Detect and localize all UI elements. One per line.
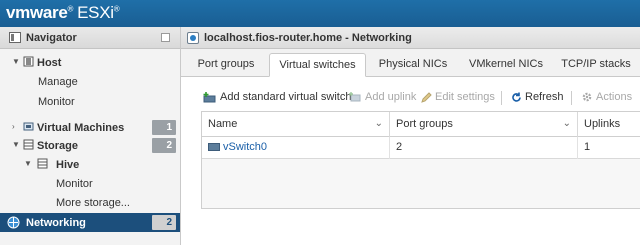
- top-bar: vmware® ESXi®: [0, 0, 640, 27]
- add-switch-icon: [203, 91, 216, 103]
- refresh-button[interactable]: Refresh: [511, 91, 564, 103]
- host-icon: [23, 56, 34, 67]
- toolbar-separator: [501, 91, 502, 105]
- column-header-name[interactable]: Name ⌄: [202, 112, 390, 137]
- nav-item-more-storage[interactable]: More storage...: [0, 193, 180, 212]
- networking-icon: [7, 216, 20, 229]
- toolbar: Add standard virtual switch Add uplink E…: [181, 85, 640, 109]
- storage-count-badge: 2: [152, 138, 176, 153]
- virtual-switch-icon: [208, 143, 220, 152]
- datastore-icon: [37, 158, 48, 169]
- cell-uplinks: 1: [584, 141, 591, 153]
- cell-port-groups: 2: [390, 137, 578, 159]
- chevron-down-icon[interactable]: ⌄: [563, 112, 571, 136]
- nav-item-host[interactable]: ▼ Host: [0, 53, 180, 72]
- navigator-panel: Navigator ▼ Host Manage Monitor › Virtua…: [0, 27, 181, 245]
- expand-arrow-icon[interactable]: ▼: [12, 140, 20, 149]
- networking-count-badge: 2: [152, 215, 176, 230]
- virtual-switches-table: Name ⌄ Port groups ⌄ Uplinks vSwitch0 2 …: [201, 111, 640, 209]
- tab-bar: Port groups Virtual switches Physical NI…: [181, 49, 640, 77]
- nav-label-monitor: Monitor: [56, 178, 93, 190]
- vmware-logo: vmware® ESXi®: [6, 3, 120, 23]
- nav-item-manage[interactable]: Manage: [0, 72, 180, 91]
- tab-physical-nics[interactable]: Physical NICs: [371, 53, 455, 77]
- nav-label-hive: Hive: [56, 159, 80, 171]
- chevron-down-icon[interactable]: ⌄: [375, 112, 383, 136]
- page-title: localhost.fios-router.home - Networking: [204, 32, 412, 44]
- refresh-icon: [512, 92, 521, 102]
- navigator-icon: [9, 32, 21, 43]
- nav-label-storage: Storage: [37, 140, 78, 152]
- table-header: Name ⌄ Port groups ⌄ Uplinks: [202, 112, 640, 137]
- nav-label-host: Host: [37, 57, 62, 69]
- brand-vmware: vmware: [6, 3, 68, 22]
- add-standard-virtual-switch-button[interactable]: Add standard virtual switch: [203, 91, 351, 103]
- nav-label-more-storage: More storage...: [56, 197, 130, 209]
- storage-icon: [23, 139, 34, 150]
- nav-item-monitor-host[interactable]: Monitor: [0, 92, 180, 111]
- column-header-port-groups[interactable]: Port groups ⌄: [390, 112, 578, 137]
- add-uplink-button[interactable]: Add uplink: [349, 91, 416, 103]
- tab-virtual-switches[interactable]: Virtual switches: [269, 53, 366, 77]
- actions-label: Actions: [596, 91, 633, 103]
- expand-arrow-icon[interactable]: ▼: [12, 57, 20, 66]
- tab-port-groups[interactable]: Port groups: [187, 53, 265, 77]
- vm-count-badge: 1: [152, 120, 176, 135]
- main-header: localhost.fios-router.home - Networking: [181, 27, 640, 49]
- nav-item-hive[interactable]: ▼ Hive: [0, 155, 180, 174]
- collapse-navigator-icon[interactable]: [161, 33, 170, 42]
- brand-esxi-symbol: ®: [113, 4, 120, 14]
- collapse-arrow-icon[interactable]: ›: [12, 122, 15, 131]
- column-label-name: Name: [208, 118, 238, 130]
- nav-label-monitor: Monitor: [38, 96, 75, 108]
- table-row[interactable]: vSwitch0 2 1: [202, 137, 640, 159]
- host-network-icon: [187, 32, 199, 44]
- edit-settings-label: Edit settings: [435, 91, 495, 103]
- actions-button[interactable]: Actions: [581, 91, 632, 103]
- nav-item-storage[interactable]: ▼ Storage 2: [0, 136, 180, 155]
- gear-icon: [582, 92, 592, 102]
- column-label-port-groups: Port groups: [396, 118, 453, 130]
- nav-label-manage: Manage: [38, 76, 78, 88]
- add-uplink-label: Add uplink: [365, 91, 417, 103]
- expand-arrow-icon[interactable]: ▼: [24, 159, 32, 168]
- vswitch-link[interactable]: vSwitch0: [223, 141, 267, 153]
- nav-item-monitor-hive[interactable]: Monitor: [0, 174, 180, 193]
- nav-item-networking[interactable]: Networking 2: [0, 213, 180, 232]
- main-panel: localhost.fios-router.home - Networking …: [181, 27, 640, 245]
- cell-name[interactable]: vSwitch0: [202, 137, 390, 159]
- vm-icon: [23, 122, 34, 131]
- add-uplink-icon: [349, 91, 361, 102]
- add-switch-label: Add standard virtual switch: [220, 91, 352, 103]
- column-header-uplinks[interactable]: Uplinks: [578, 112, 640, 137]
- nav-label-virtual-machines: Virtual Machines: [37, 122, 125, 134]
- brand-registered: ®: [67, 4, 74, 14]
- pencil-icon: [421, 91, 432, 103]
- nav-label-networking: Networking: [26, 217, 86, 229]
- column-label-uplinks: Uplinks: [584, 118, 621, 130]
- tab-vmkernel-nics[interactable]: VMkernel NICs: [461, 53, 551, 77]
- toolbar-separator: [571, 91, 572, 105]
- brand-esxi: ESXi: [77, 3, 114, 22]
- navigator-header: Navigator: [0, 27, 180, 49]
- navigator-title: Navigator: [26, 32, 77, 44]
- edit-settings-button[interactable]: Edit settings: [421, 91, 495, 103]
- tab-tcpip-stacks[interactable]: TCP/IP stacks: [556, 53, 636, 77]
- nav-item-virtual-machines[interactable]: › Virtual Machines 1: [0, 118, 180, 137]
- refresh-label: Refresh: [525, 91, 564, 103]
